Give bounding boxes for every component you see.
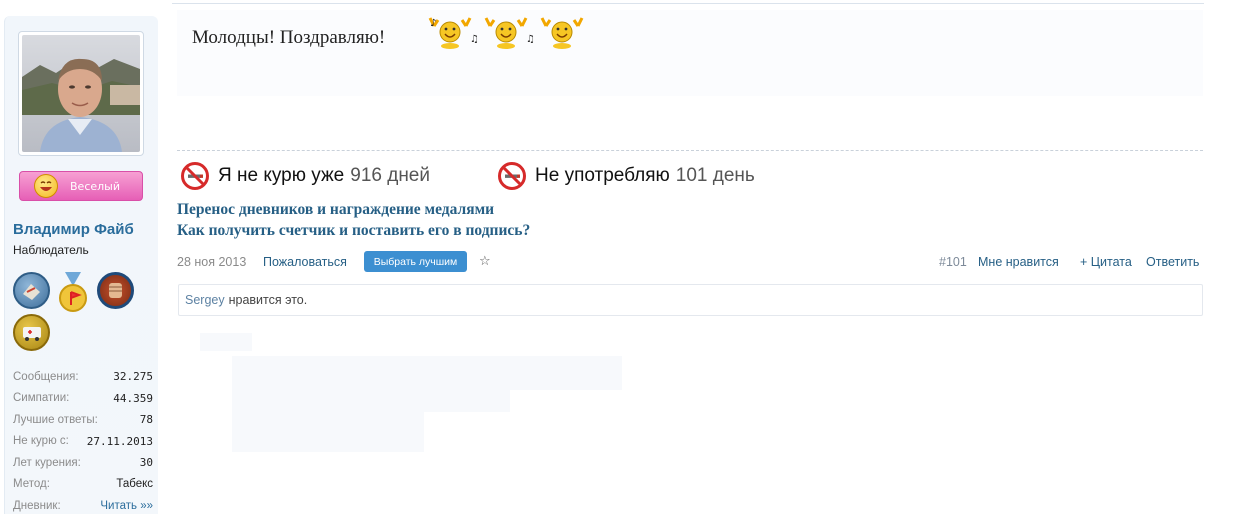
happy-face-icon bbox=[34, 174, 58, 198]
dancing-smilies-icon: ♪ ♫ ♫ bbox=[428, 17, 584, 49]
likes-user-link[interactable]: Sergey bbox=[185, 293, 225, 307]
likes-summary: Sergey нравится это. bbox=[178, 284, 1203, 316]
stat-value: 44.359 bbox=[113, 391, 153, 405]
user-title: Наблюдатель bbox=[13, 243, 89, 257]
post-number[interactable]: #101 bbox=[939, 255, 967, 269]
message-body bbox=[177, 10, 1203, 96]
counter-text: Не употребляю bbox=[535, 165, 670, 186]
blurred-area bbox=[232, 390, 510, 412]
message-text: Молодцы! Поздравляю! bbox=[192, 27, 386, 48]
stat-value: 27.11.2013 bbox=[86, 434, 153, 448]
user-stats: Сообщения: 32.275 Симпатии: 44.359 Лучши… bbox=[13, 366, 153, 514]
counter-text: Я не курю уже bbox=[218, 165, 345, 186]
signature-link-diaries[interactable]: Перенос дневников и награждение медалями bbox=[177, 201, 494, 219]
user-name[interactable]: Владимир Файб bbox=[13, 221, 134, 238]
no-smoking-icon bbox=[498, 162, 526, 190]
medal-fist-icon[interactable] bbox=[97, 272, 134, 309]
mood-label: Веселый bbox=[70, 179, 120, 193]
diary-link[interactable]: Читать »» bbox=[100, 500, 153, 512]
medal-ribbon-icon[interactable] bbox=[55, 272, 92, 312]
avatar[interactable] bbox=[18, 31, 144, 156]
blurred-area bbox=[232, 412, 424, 452]
no-smoking-icon bbox=[181, 162, 209, 190]
post-date[interactable]: 28 ноя 2013 bbox=[177, 255, 246, 269]
top-divider bbox=[172, 3, 1204, 4]
stat-value: Табекс bbox=[116, 478, 153, 491]
star-icon[interactable]: ☆ bbox=[479, 254, 491, 269]
stat-value: 32.275 bbox=[113, 370, 153, 384]
report-link[interactable]: Пожаловаться bbox=[263, 255, 347, 269]
stat-label: Лет курения: bbox=[13, 456, 81, 469]
stat-value: 30 bbox=[139, 456, 153, 470]
best-answer-button[interactable]: Выбрать лучшим bbox=[364, 251, 467, 272]
reply-link[interactable]: Ответить bbox=[1146, 255, 1199, 269]
blurred-area bbox=[232, 356, 622, 390]
signature-divider bbox=[177, 150, 1203, 151]
counter-number: 916 дней bbox=[350, 165, 430, 186]
stat-likes: Симпатии: 44.359 bbox=[13, 388, 153, 410]
user-sidebar: Веселый Владимир Файб Наблюдатель Сообще… bbox=[4, 16, 158, 514]
signature-link-counter[interactable]: Как получить счетчик и поставить его в п… bbox=[177, 222, 530, 240]
stat-label: Лучшие ответы: bbox=[13, 413, 98, 426]
medal-ambulance-icon[interactable] bbox=[13, 314, 50, 351]
blurred-area bbox=[200, 333, 252, 351]
stat-label: Метод: bbox=[13, 478, 50, 491]
stat-method: Метод: Табекс bbox=[13, 474, 153, 496]
stat-quit-date: Не курю с: 27.11.2013 bbox=[13, 431, 153, 453]
stat-messages: Сообщения: 32.275 bbox=[13, 366, 153, 388]
counter-number: 101 день bbox=[675, 165, 755, 186]
stat-label: Дневник: bbox=[13, 499, 61, 512]
stat-label: Сообщения: bbox=[13, 370, 79, 383]
svg-text:♪: ♪ bbox=[430, 18, 436, 29]
stat-label: Симпатии: bbox=[13, 392, 70, 405]
avatar-photo bbox=[22, 35, 140, 152]
no-smoking-counter[interactable]: Я не курю уже 916 дней bbox=[180, 158, 430, 194]
stat-diary: Дневник: Читать »» bbox=[13, 495, 153, 514]
stat-label: Не курю с: bbox=[13, 435, 69, 448]
stat-smoking-years: Лет курения: 30 bbox=[13, 452, 153, 474]
medal-hat-icon[interactable] bbox=[13, 272, 50, 309]
mood-badge[interactable]: Веселый bbox=[19, 171, 143, 201]
likes-text: нравится это. bbox=[228, 293, 308, 307]
svg-text:♫: ♫ bbox=[470, 34, 479, 45]
quote-link[interactable]: + Цитата bbox=[1080, 255, 1132, 269]
no-use-counter[interactable]: Не употребляю 101 день bbox=[497, 158, 755, 194]
stat-best-answers: Лучшие ответы: 78 bbox=[13, 409, 153, 431]
stat-value: 78 bbox=[139, 413, 153, 427]
svg-text:♫: ♫ bbox=[526, 34, 535, 45]
like-link[interactable]: Мне нравится bbox=[978, 255, 1059, 269]
